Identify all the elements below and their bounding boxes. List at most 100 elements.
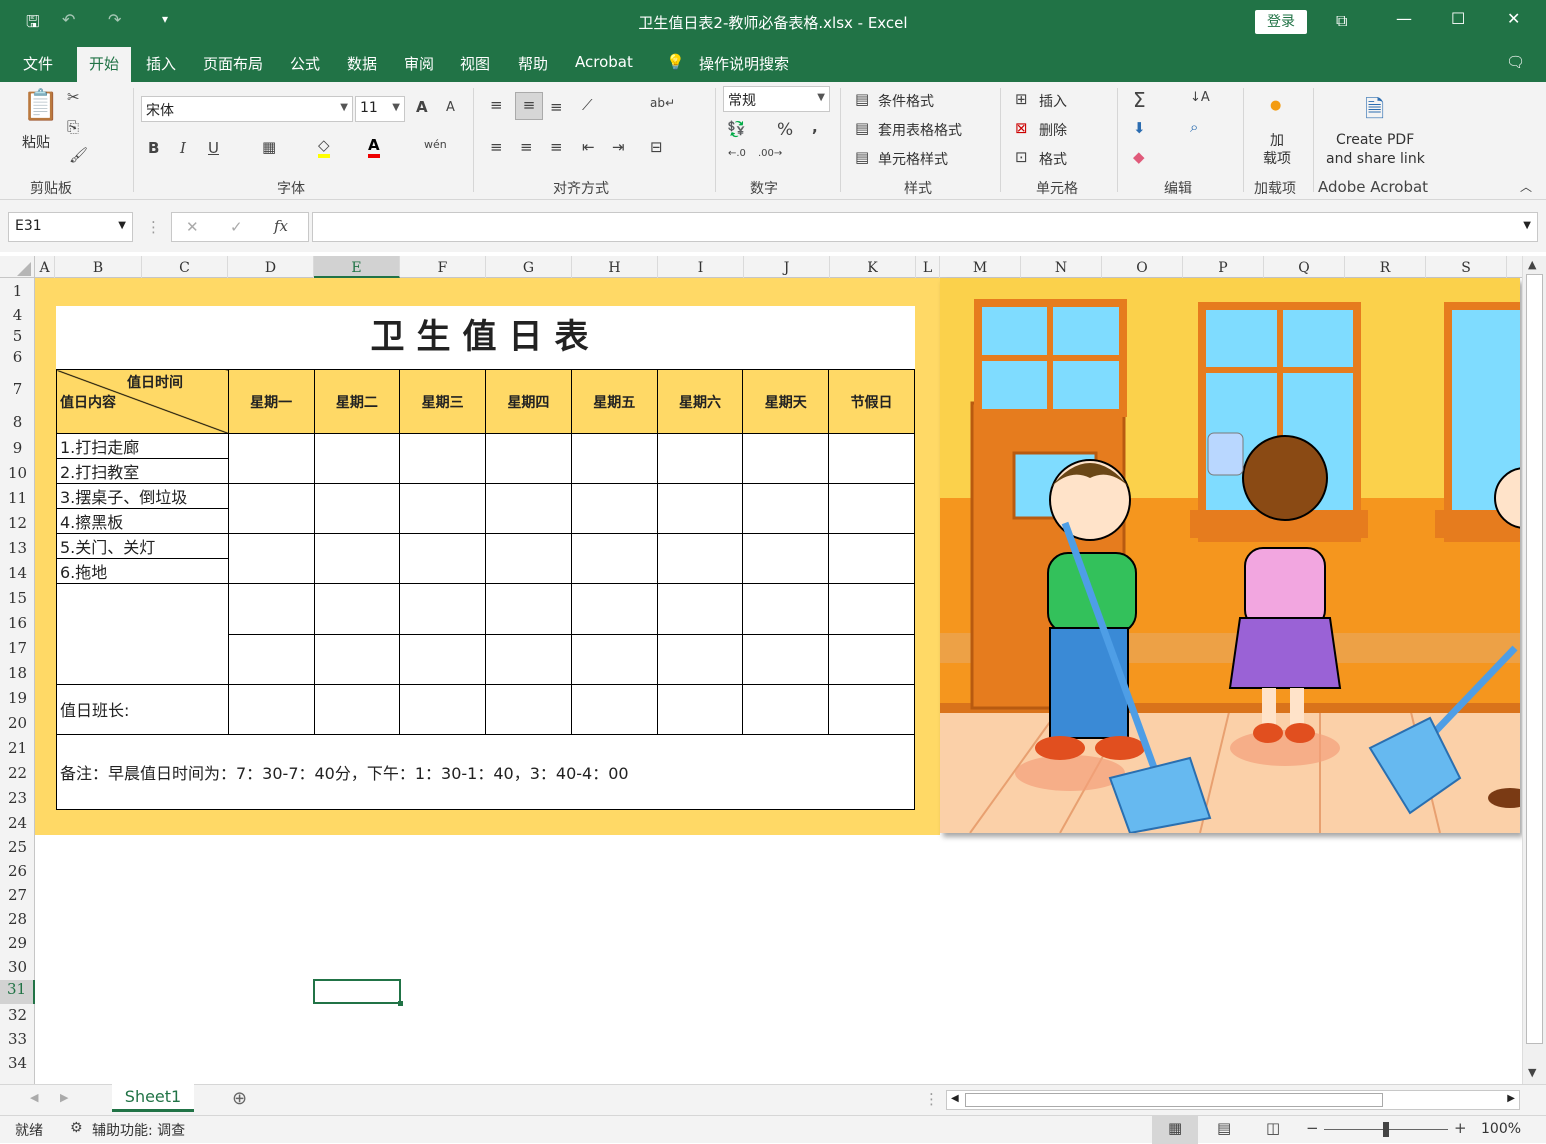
align-top-icon[interactable]: ≡: [490, 96, 503, 114]
copy-icon[interactable]: ⎘: [67, 118, 79, 136]
col-header[interactable]: M: [940, 256, 1021, 278]
underline-button[interactable]: U: [208, 139, 219, 157]
accessibility-status[interactable]: 辅助功能: 调查: [92, 1120, 185, 1140]
col-header[interactable]: O: [1102, 256, 1183, 278]
add-sheet-icon[interactable]: ⊕: [232, 1088, 247, 1109]
cut-icon[interactable]: ✂: [67, 88, 80, 106]
clear-icon[interactable]: ◆: [1133, 148, 1145, 166]
day-header[interactable]: 星期四: [485, 368, 572, 435]
row-header[interactable]: 24: [0, 814, 35, 832]
phonetic-icon[interactable]: wén: [424, 138, 447, 151]
duty-cell[interactable]: [485, 533, 572, 585]
autosum-icon[interactable]: Σ: [1133, 88, 1146, 112]
row-header[interactable]: 9: [0, 439, 35, 457]
row-header[interactable]: 8: [0, 413, 35, 431]
active-cell-E31[interactable]: [313, 979, 403, 1006]
formula-input[interactable]: ▼: [312, 212, 1538, 242]
percent-button[interactable]: %: [777, 120, 793, 140]
font-size-select[interactable]: 11 ▼: [355, 96, 405, 122]
row-header[interactable]: 32: [0, 1006, 35, 1024]
page-layout-view-icon[interactable]: ▤: [1217, 1119, 1231, 1137]
row-header[interactable]: 7: [0, 380, 35, 398]
insert-cells-button[interactable]: 插入: [1039, 91, 1067, 111]
duty-cell[interactable]: [828, 433, 915, 485]
duty-cell[interactable]: [570, 683, 658, 735]
col-header[interactable]: J: [744, 256, 830, 278]
duty-cell[interactable]: [828, 683, 915, 735]
sheet-tab-sheet1[interactable]: Sheet1: [112, 1084, 194, 1112]
empty-task-cell[interactable]: [56, 583, 229, 685]
zoom-level[interactable]: 100%: [1481, 1121, 1521, 1137]
cancel-icon[interactable]: ✕: [186, 218, 199, 236]
zoom-slider-thumb[interactable]: [1383, 1122, 1389, 1137]
shrink-font-icon[interactable]: A: [446, 100, 455, 115]
duty-cell[interactable]: [313, 533, 401, 585]
duty-cell[interactable]: [399, 433, 487, 485]
zoom-out-icon[interactable]: −: [1306, 1119, 1319, 1137]
col-header[interactable]: F: [400, 256, 486, 278]
duty-cell[interactable]: [313, 433, 401, 485]
row-header[interactable]: 5: [0, 327, 35, 345]
align-middle-icon[interactable]: ≡: [515, 92, 543, 120]
col-header[interactable]: H: [572, 256, 658, 278]
tab-page-layout[interactable]: 页面布局: [203, 53, 263, 74]
minimize-icon[interactable]: —: [1396, 9, 1412, 28]
duty-cell[interactable]: [570, 483, 658, 535]
day-header[interactable]: 节假日: [828, 368, 915, 435]
col-header[interactable]: P: [1183, 256, 1264, 278]
col-header-selected[interactable]: E: [314, 256, 400, 278]
duty-cell[interactable]: [570, 583, 658, 635]
duty-cell[interactable]: [656, 683, 744, 735]
duty-cell[interactable]: [742, 533, 830, 585]
row-header[interactable]: 27: [0, 886, 35, 904]
row-header[interactable]: 13: [0, 539, 35, 557]
duty-cell[interactable]: [570, 433, 658, 485]
fill-color-icon[interactable]: ◇: [318, 136, 330, 158]
find-select-icon[interactable]: ⌕: [1190, 118, 1198, 136]
duty-cell[interactable]: [227, 583, 315, 635]
table-title[interactable]: 卫生值日表: [56, 306, 915, 369]
collapse-ribbon-icon[interactable]: ︿: [1520, 178, 1532, 195]
cell-styles-button[interactable]: 单元格样式: [878, 149, 948, 169]
day-header[interactable]: 星期三: [399, 368, 487, 435]
duty-cell[interactable]: [656, 433, 744, 485]
format-painter-icon[interactable]: 🖌: [69, 146, 88, 164]
horizontal-scrollbar[interactable]: ◀ ▶: [946, 1090, 1520, 1110]
scroll-down-icon[interactable]: ▼: [1528, 1066, 1536, 1079]
enter-icon[interactable]: ✓: [230, 218, 243, 236]
col-header[interactable]: D: [228, 256, 314, 278]
duty-cell[interactable]: [742, 483, 830, 535]
tab-view[interactable]: 视图: [460, 53, 490, 74]
format-as-table-button[interactable]: 套用表格格式: [878, 120, 962, 140]
row-header[interactable]: 22: [0, 764, 35, 782]
accounting-format-icon[interactable]: 💱: [727, 120, 746, 138]
row-header[interactable]: 20: [0, 714, 35, 732]
close-icon[interactable]: ✕: [1507, 9, 1520, 28]
ribbon-display-icon[interactable]: ⧉: [1336, 11, 1347, 31]
row-header[interactable]: 16: [0, 614, 35, 632]
row-header[interactable]: 26: [0, 862, 35, 880]
align-bottom-icon[interactable]: ≡: [550, 98, 563, 116]
comma-button[interactable]: ,: [812, 118, 818, 136]
col-header[interactable]: I: [658, 256, 744, 278]
create-pdf-line1[interactable]: Create PDF: [1336, 132, 1414, 148]
tab-file[interactable]: 文件: [23, 53, 53, 74]
row-header[interactable]: 19: [0, 689, 35, 707]
duty-cell[interactable]: [656, 633, 744, 685]
duty-cell[interactable]: [742, 633, 830, 685]
row-header[interactable]: 29: [0, 934, 35, 952]
duty-cell[interactable]: [227, 483, 315, 535]
duty-cell[interactable]: [742, 683, 830, 735]
duty-cell[interactable]: [399, 683, 487, 735]
create-pdf-line2[interactable]: and share link: [1326, 151, 1425, 167]
duty-cell[interactable]: [399, 583, 487, 635]
bold-button[interactable]: B: [148, 139, 159, 157]
row-header[interactable]: 17: [0, 639, 35, 657]
duty-cell[interactable]: [656, 483, 744, 535]
task-cell[interactable]: 2.打扫教室: [56, 458, 229, 485]
row-header[interactable]: 25: [0, 838, 35, 856]
duty-cell[interactable]: [399, 533, 487, 585]
duty-cell[interactable]: [485, 633, 572, 685]
duty-cell[interactable]: [656, 533, 744, 585]
duty-cell[interactable]: [656, 583, 744, 635]
